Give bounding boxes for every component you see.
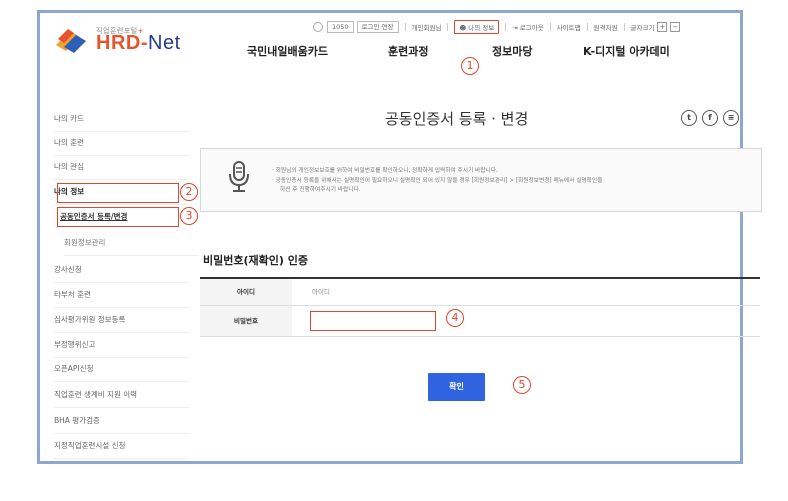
my-info-link[interactable]: ☻ 나의 정보: [454, 20, 500, 34]
step-2-marker: 2: [180, 183, 198, 201]
page-title: 공동인증서 등록 · 변경: [385, 110, 529, 128]
sidebar-item-my-interest[interactable]: 나의 관심: [54, 155, 189, 180]
gnb-courses[interactable]: 훈련과정: [388, 43, 428, 59]
step-5-marker: 5: [513, 376, 531, 394]
gnb-k-digital[interactable]: K-디지털 아카데미: [583, 43, 670, 59]
utility-bar: 1050 로그인 연장 개인회원님 ☻ 나의 정보 ⇥ 로그아웃 사이트맵 원격…: [313, 20, 681, 34]
hrd-net-logo-icon[interactable]: [54, 25, 88, 55]
section-title: 비밀번호(재확인) 인증: [203, 254, 308, 267]
notice-line-3: 하신 후 진행하여주시기 바랍니다.: [280, 187, 361, 193]
step-1-marker: 1: [461, 57, 479, 75]
twitter-icon[interactable]: t: [681, 110, 697, 126]
gnb-info[interactable]: 정보마당: [492, 43, 532, 59]
share-icon[interactable]: ≡: [723, 110, 739, 126]
notice-line-2: · 공동인증서 등록을 위해서는 실명확인이 필요하오니 실명확인 되어 있지 …: [272, 178, 603, 184]
clock-icon: [313, 22, 323, 32]
session-timer: 1050: [327, 21, 354, 33]
password-input[interactable]: [310, 311, 436, 331]
gnb-card[interactable]: 국민내일배움카드: [247, 43, 328, 59]
id-label: 아이디: [200, 279, 292, 305]
window-frame: 직업훈련포털+ HRD-Net 1050 로그인 연장 개인회원님 ☻ 나의 정…: [37, 10, 762, 464]
logout-icon: ⇥: [512, 24, 520, 32]
sidebar-item-living-cost[interactable]: 직업훈련 생계비 지원 이력: [54, 383, 189, 408]
step-3-marker: 3: [180, 207, 198, 225]
remote-support-link[interactable]: 원격지원: [594, 22, 618, 32]
sidebar-item-my-training[interactable]: 나의 훈련: [54, 131, 189, 156]
highlight-certificate: [57, 207, 179, 227]
user-icon: ☻: [459, 24, 469, 32]
extend-login-button[interactable]: 로그인 연장: [356, 21, 399, 33]
facebook-icon[interactable]: f: [702, 110, 718, 126]
font-decrease-button[interactable]: −: [670, 22, 681, 32]
password-label: 비밀번호: [200, 306, 292, 336]
step-4-marker: 4: [446, 309, 464, 327]
sitemap-link[interactable]: 사이트맵: [557, 22, 581, 32]
sidebar-item-open-api[interactable]: 오픈API신청: [54, 357, 189, 382]
user-name: 개인회원님: [411, 24, 442, 32]
confirm-button[interactable]: 확인: [428, 373, 485, 401]
sidebar-item-reviewer[interactable]: 심사평가위원 정보등록: [54, 308, 189, 333]
sidebar-item-bha[interactable]: BHA 평가검증: [54, 409, 189, 434]
sidebar-item-other-ministry[interactable]: 타부처 훈련: [54, 283, 189, 308]
highlight-my-info: [57, 183, 179, 203]
sidebar-item-member-info[interactable]: 회원정보관리: [64, 231, 199, 256]
sidebar-item-my-card[interactable]: 나의 카드: [54, 107, 189, 132]
font-increase-button[interactable]: +: [657, 22, 668, 32]
notice-line-1: · 회원님의 개인정보보호를 위하여 비밀번호를 확인하오니, 정확하게 입력하…: [272, 168, 498, 174]
microphone-icon: [229, 161, 249, 192]
id-value: 아이디: [312, 288, 330, 296]
font-size-label: 글자크기: [630, 24, 655, 32]
sidebar-item-fraud-report[interactable]: 부정행위신고: [54, 333, 189, 358]
sidebar-item-instructor[interactable]: 강사신청: [54, 258, 189, 283]
logo-text[interactable]: HRD-Net: [96, 32, 181, 55]
sidebar-item-facility[interactable]: 지정직업훈련시설 신청: [54, 434, 189, 459]
logout-link[interactable]: ⇥ 로그아웃: [512, 22, 543, 32]
